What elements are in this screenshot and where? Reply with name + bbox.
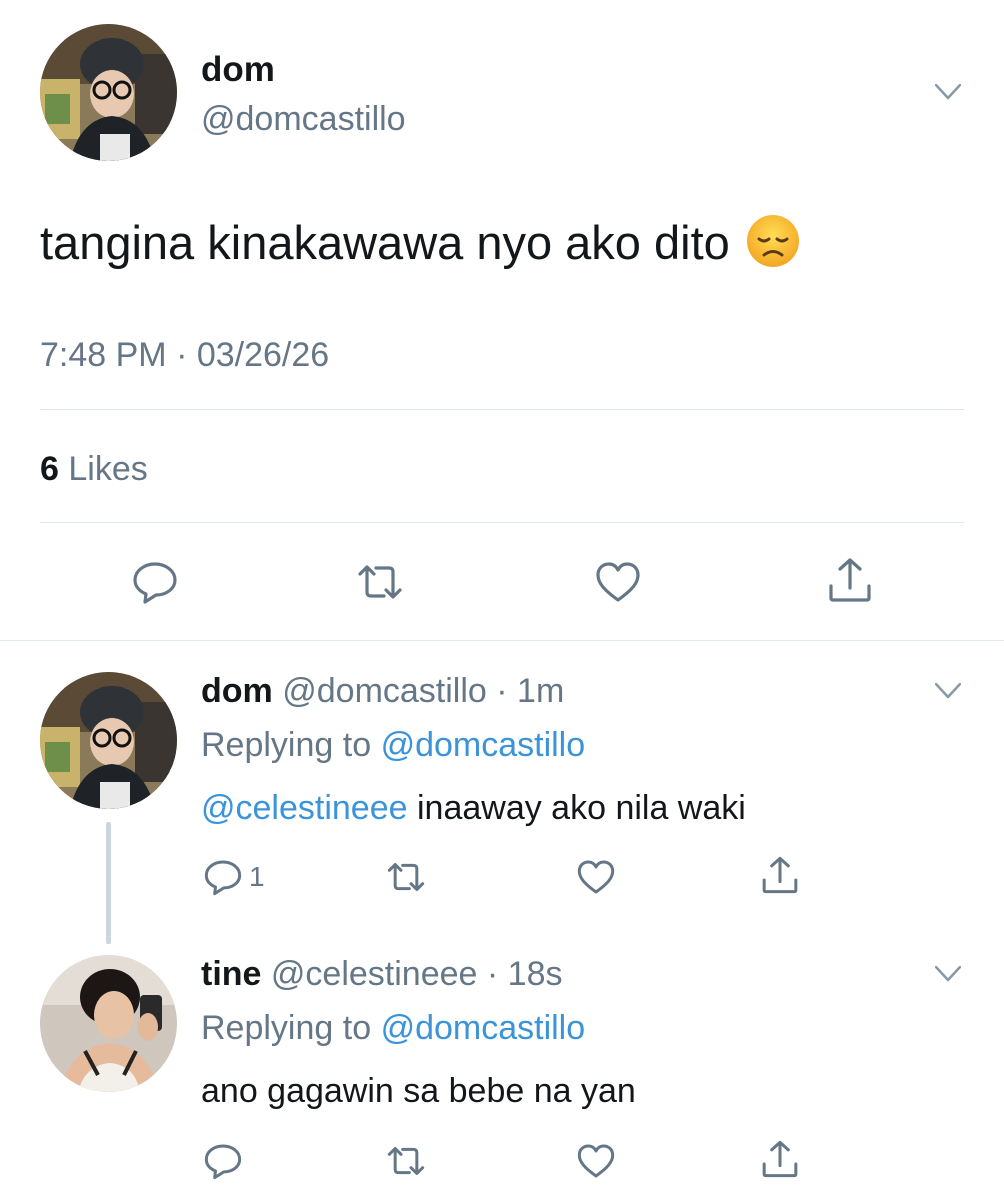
like-button[interactable] [576, 1141, 616, 1186]
divider [40, 409, 964, 410]
retweet-icon [387, 863, 425, 891]
replying-label: Replying to [201, 726, 372, 764]
heart-icon [596, 562, 640, 602]
mention-link[interactable]: @celestineee [201, 789, 408, 827]
like-button[interactable] [576, 857, 616, 902]
heart-icon [577, 1144, 615, 1178]
avatar[interactable] [40, 955, 177, 1092]
avatar[interactable] [40, 24, 177, 161]
replying-to: Replying to @domcastillo [201, 726, 585, 765]
author-name[interactable]: dom [201, 50, 275, 90]
retweet-icon [387, 1147, 425, 1175]
reply-time[interactable]: 1m [517, 672, 564, 710]
tweet-timestamp[interactable]: 7:48 PM · 03/26/26 [40, 336, 329, 375]
reply-icon [204, 860, 242, 896]
share-button[interactable] [760, 1139, 800, 1184]
section-divider [0, 640, 1004, 641]
share-icon [762, 856, 798, 894]
author-handle[interactable]: @domcastillo [201, 100, 406, 139]
share-icon [762, 1140, 798, 1178]
reply-icon [204, 1144, 242, 1180]
retweet-button[interactable] [356, 558, 404, 611]
replying-label: Replying to [201, 1009, 372, 1047]
heart-icon [577, 860, 615, 894]
reply-button[interactable] [131, 558, 179, 611]
divider [40, 522, 964, 523]
reply-icon [133, 562, 177, 604]
reply-author-handle[interactable]: @celestineee [271, 955, 478, 993]
like-button[interactable] [594, 558, 642, 611]
reply-author-name[interactable]: tine [201, 955, 261, 993]
replying-to: Replying to @domcastillo [201, 1009, 585, 1048]
disappointed-face-emoji-icon [746, 214, 800, 268]
likes-label: Likes [68, 450, 148, 488]
reply-author-handle[interactable]: @domcastillo [282, 672, 487, 710]
retweet-icon [358, 565, 402, 599]
retweet-button[interactable] [386, 857, 426, 902]
reply-header: tine @celestineee · 18s [201, 955, 563, 993]
reply-header: dom @domcastillo · 1m [201, 672, 565, 710]
reply-time[interactable]: 18s [508, 955, 563, 993]
chevron-down-icon[interactable] [934, 83, 962, 105]
reply-text: @celestineee inaaway ako nila waki [201, 789, 746, 828]
avatar[interactable] [40, 672, 177, 809]
reply-button[interactable]: 1 [203, 857, 265, 897]
reply-text: ano gagawin sa bebe na yan [201, 1072, 636, 1110]
reply-count: 1 [249, 861, 265, 892]
chevron-down-icon[interactable] [934, 965, 962, 987]
replying-to-link[interactable]: @domcastillo [381, 1009, 586, 1047]
thread-line [106, 822, 111, 944]
replying-to-link[interactable]: @domcastillo [381, 726, 586, 764]
share-icon [829, 558, 871, 602]
reply-author-name[interactable]: dom [201, 672, 273, 710]
retweet-button[interactable] [386, 1141, 426, 1186]
reply-button[interactable] [203, 1141, 243, 1186]
reply-body: inaaway ako nila waki [416, 789, 746, 827]
likes-number: 6 [40, 450, 59, 488]
likes-count[interactable]: 6 Likes [40, 450, 148, 489]
tweet-body: tangina kinakawawa nyo ako dito [40, 216, 730, 269]
share-button[interactable] [760, 855, 800, 900]
tweet-text: tangina kinakawawa nyo ako dito [40, 214, 800, 274]
share-button[interactable] [826, 556, 874, 609]
chevron-down-icon[interactable] [934, 682, 962, 704]
